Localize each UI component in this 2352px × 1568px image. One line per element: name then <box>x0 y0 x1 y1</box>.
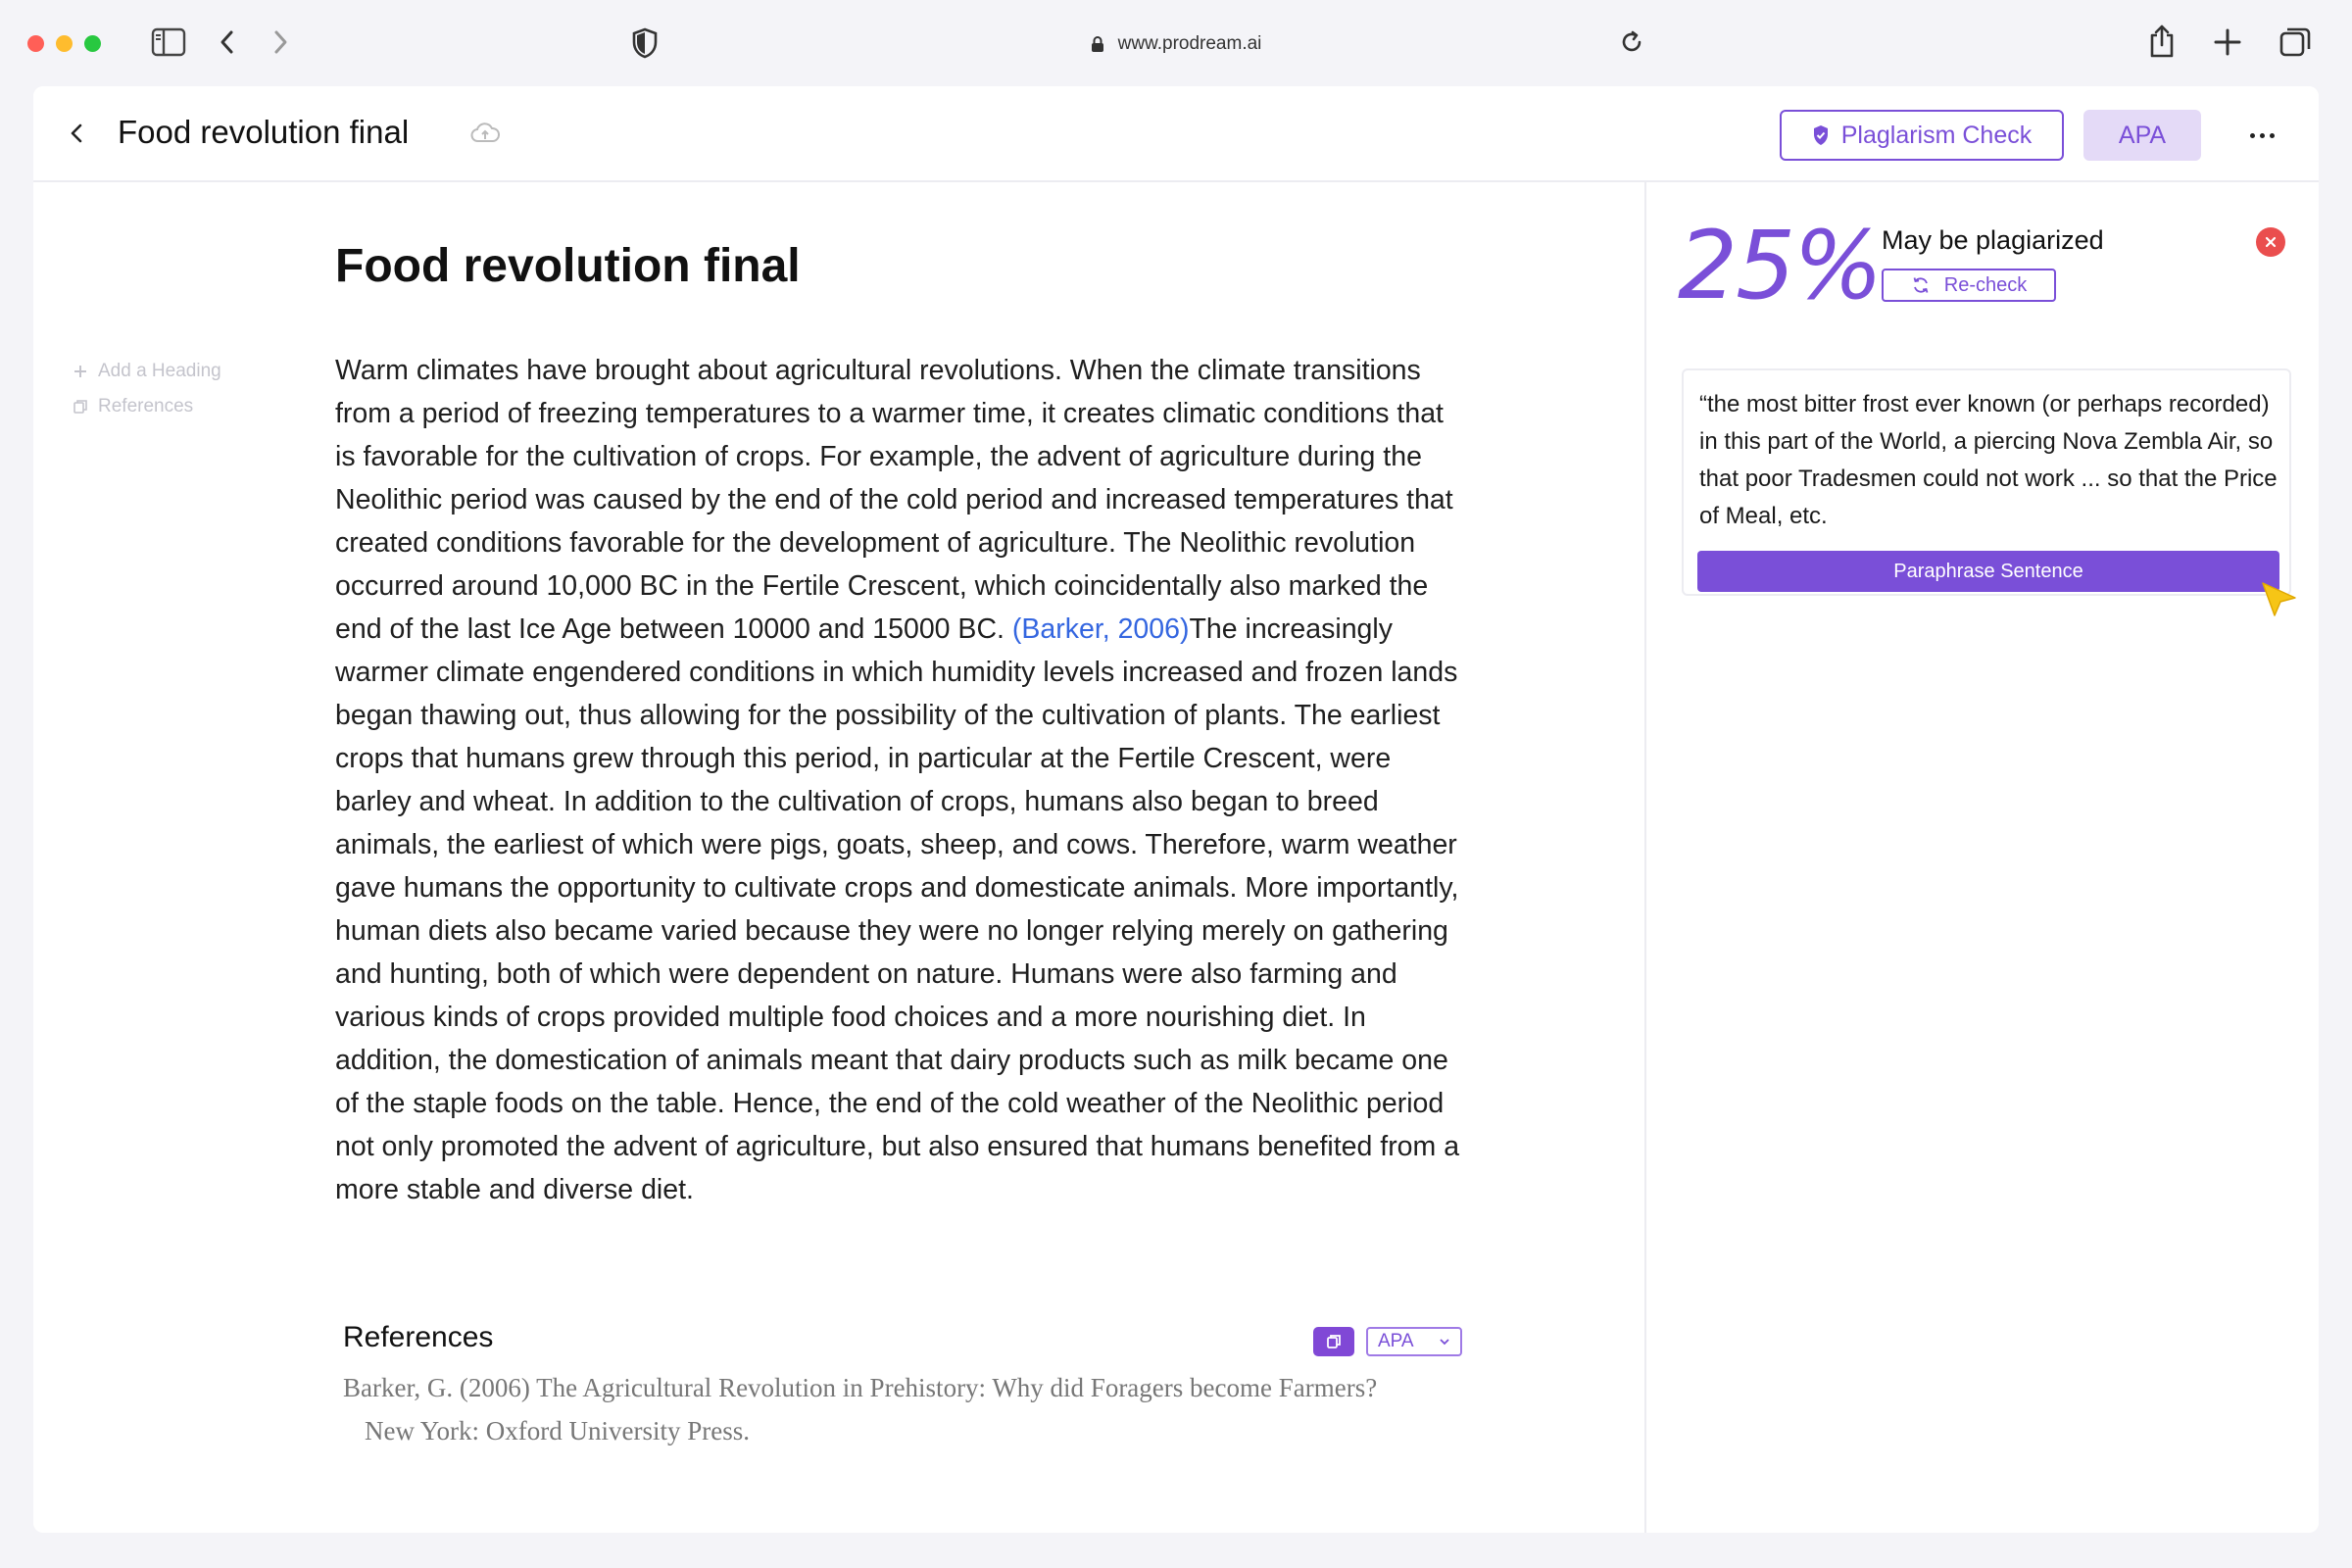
copy-references-button[interactable] <box>1313 1327 1354 1356</box>
plagiarism-check-button[interactable]: Plaglarism Check <box>1780 110 2064 161</box>
citation-link[interactable]: (Barker, 2006) <box>1012 613 1190 645</box>
panel-divider <box>1644 182 1646 1533</box>
plagiarized-quote-card: “the most bitter frost ever known (or pe… <box>1682 368 2291 596</box>
url-text: www.prodream.ai <box>1117 33 1262 54</box>
reference-style-value: APA <box>1378 1331 1414 1351</box>
browser-back-icon[interactable] <box>218 27 237 57</box>
document-title[interactable]: Food revolution final <box>118 114 409 151</box>
reference-style-select[interactable]: APA <box>1366 1327 1462 1356</box>
tab-overview-icon[interactable] <box>2279 25 2311 57</box>
chevron-left-icon <box>71 123 82 143</box>
reload-icon[interactable] <box>1619 29 1644 55</box>
outline-references-item[interactable]: References <box>73 396 193 417</box>
paraphrase-sentence-button[interactable]: Paraphrase Sentence <box>1697 551 2279 592</box>
back-button[interactable] <box>59 116 94 151</box>
maximize-window-button[interactable] <box>84 35 101 52</box>
plagiarized-quote: “the most bitter frost ever known (or pe… <box>1699 391 2278 529</box>
add-heading-label: Add a Heading <box>98 361 221 381</box>
citation-style-button[interactable]: APA <box>2083 110 2201 161</box>
close-panel-button[interactable] <box>2256 227 2285 257</box>
document-heading[interactable]: Food revolution final <box>335 239 801 293</box>
more-options-button[interactable] <box>2240 116 2283 155</box>
dot-icon <box>2269 132 2275 138</box>
chevron-down-icon <box>1440 1339 1449 1346</box>
dot-icon <box>2259 132 2265 138</box>
plagiarism-score: 25% <box>1678 211 1883 320</box>
browser-forward-icon[interactable] <box>270 27 290 57</box>
body-text: Warm climates have brought about agricul… <box>335 355 1453 645</box>
reference-line: New York: Oxford University Press. <box>365 1416 750 1446</box>
plagiarism-check-label: Plaglarism Check <box>1840 121 2033 149</box>
close-window-button[interactable] <box>27 35 44 52</box>
reference-line: Barker, G. (2006) The Agricultural Revol… <box>343 1373 1378 1402</box>
recheck-button[interactable]: Re-check <box>1882 269 2056 302</box>
share-icon[interactable] <box>2148 24 2176 59</box>
minimize-window-button[interactable] <box>56 35 73 52</box>
cloud-upload-icon <box>470 122 500 150</box>
browser-chrome: www.prodream.ai <box>0 0 2352 86</box>
window-controls <box>27 35 101 52</box>
copy-icon <box>1327 1335 1341 1348</box>
body-text: The increasingly warmer climate engender… <box>335 613 1460 1205</box>
copy-icon <box>74 400 87 414</box>
shield-check-icon <box>1813 125 1828 145</box>
refresh-icon <box>1913 277 1929 293</box>
plagiarism-status: May be plagiarized <box>1882 225 2104 255</box>
address-bar[interactable]: www.prodream.ai <box>686 20 1666 69</box>
reference-entry[interactable]: Barker, G. (2006) The Agricultural Revol… <box>343 1366 1470 1452</box>
document-body[interactable]: Warm climates have brought about agricul… <box>335 349 1462 1211</box>
sidebar-toggle-icon[interactable] <box>151 27 186 57</box>
app-window: Food revolution final Plaglarism Check A… <box>33 86 2319 1533</box>
add-heading-item[interactable]: Add a Heading <box>73 361 221 382</box>
outline-references-label: References <box>98 396 194 416</box>
editor-topbar: Food revolution final Plaglarism Check A… <box>33 86 2319 182</box>
plus-icon <box>74 366 86 377</box>
new-tab-icon[interactable] <box>2213 27 2242 57</box>
dot-icon <box>2249 132 2255 138</box>
close-icon <box>2265 236 2277 248</box>
recheck-label: Re-check <box>1943 273 2028 296</box>
pointer-cursor-icon <box>2260 580 2299 624</box>
shield-icon[interactable] <box>631 27 659 59</box>
lock-icon <box>1091 36 1103 52</box>
references-heading: References <box>343 1321 494 1353</box>
